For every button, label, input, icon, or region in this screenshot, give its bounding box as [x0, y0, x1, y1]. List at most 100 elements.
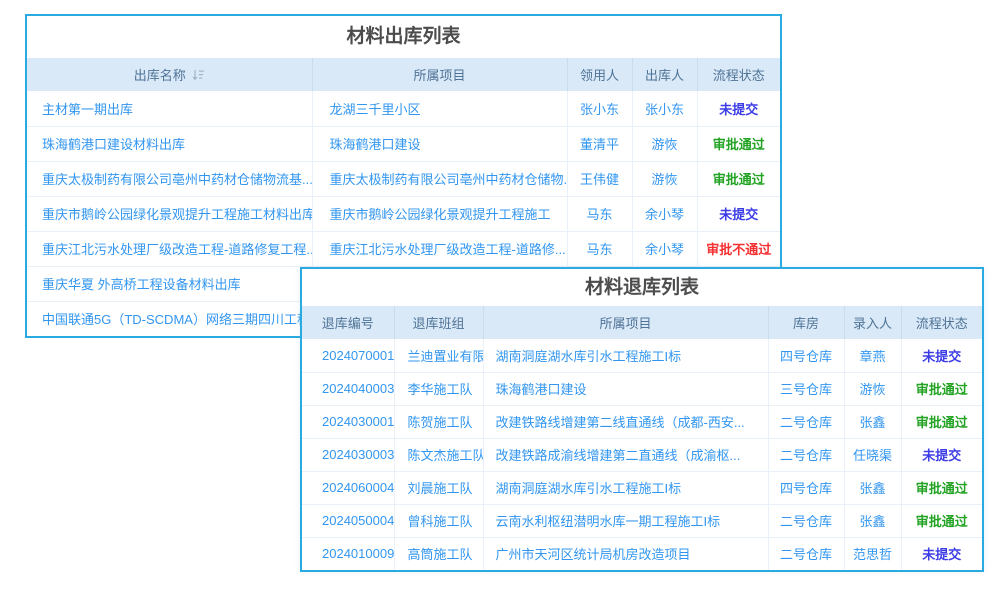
return-cell-team: 陈文杰施工队 — [394, 438, 483, 471]
return-column-label: 库房 — [793, 316, 819, 331]
return-table-row[interactable]: 2024050004曾科施工队云南水利枢纽潜明水库一期工程施工I标二号仓库张鑫审… — [302, 504, 982, 537]
return-column-label: 退库编号 — [322, 316, 374, 331]
return-table-row[interactable]: 2024030003陈文杰施工队改建铁路成渝线增建第二直通线（成渝枢...二号仓… — [302, 438, 982, 471]
return-table-card: 材料退库列表 退库编号 退库班组 所属项目 库房 录入人 流程状态 2024070001兰… — [300, 267, 984, 572]
return-cell-status: 审批通过 — [901, 504, 982, 537]
outbound-column-label: 出库人 — [645, 68, 684, 83]
return-cell-project: 珠海鹤港口建设 — [483, 372, 768, 405]
outbound-cell-name: 主材第一期出库 — [27, 91, 312, 126]
outbound-table-row[interactable]: 主材第一期出库龙湖三千里小区张小东张小东未提交 — [27, 91, 780, 126]
return-column-label: 录入人 — [853, 316, 892, 331]
return-cell-team: 李华施工队 — [394, 372, 483, 405]
outbound-cell-recipient: 马东 — [567, 231, 632, 266]
return-column-label: 退库班组 — [412, 316, 464, 331]
outbound-cell-recipient: 张小东 — [567, 91, 632, 126]
outbound-cell-recipient: 马东 — [567, 196, 632, 231]
return-cell-team: 曾科施工队 — [394, 504, 483, 537]
return-table: 退库编号 退库班组 所属项目 库房 录入人 流程状态 2024070001兰迪置业有限公司… — [302, 306, 982, 570]
outbound-column-header-issuer: 出库人 — [632, 58, 697, 91]
outbound-column-label: 领用人 — [580, 68, 619, 83]
return-column-header-status: 流程状态 — [901, 306, 982, 339]
outbound-column-header-recipient: 领用人 — [567, 58, 632, 91]
return-cell-status: 审批通过 — [901, 372, 982, 405]
return-cell-project: 湖南洞庭湖水库引水工程施工I标 — [483, 471, 768, 504]
return-cell-team: 兰迪置业有限公司 — [394, 339, 483, 372]
outbound-cell-project: 龙湖三千里小区 — [312, 91, 567, 126]
return-table-title: 材料退库列表 — [302, 269, 982, 306]
return-cell-status: 未提交 — [901, 537, 982, 570]
return-cell-team: 高筒施工队 — [394, 537, 483, 570]
return-cell-project: 湖南洞庭湖水库引水工程施工I标 — [483, 339, 768, 372]
outbound-cell-recipient: 王伟健 — [567, 161, 632, 196]
outbound-column-label: 出库名称 — [134, 68, 186, 83]
outbound-cell-status: 未提交 — [697, 91, 780, 126]
outbound-column-header-name[interactable]: 出库名称 — [27, 58, 312, 91]
return-cell-team: 刘晨施工队 — [394, 471, 483, 504]
return-cell-operator: 范思哲 — [844, 537, 901, 570]
return-cell-operator: 游恢 — [844, 372, 901, 405]
outbound-cell-project: 重庆太极制药有限公司亳州中药材仓储物... — [312, 161, 567, 196]
outbound-table-row[interactable]: 重庆市鹅岭公园绿化景观提升工程施工材料出库重庆市鹅岭公园绿化景观提升工程施工马东… — [27, 196, 780, 231]
return-cell-project: 云南水利枢纽潜明水库一期工程施工I标 — [483, 504, 768, 537]
outbound-cell-name: 重庆太极制药有限公司亳州中药材仓储物流基... — [27, 161, 312, 196]
return-column-label: 流程状态 — [916, 316, 968, 331]
return-cell-code: 2024050004 — [302, 504, 394, 537]
return-cell-code: 2024070001 — [302, 339, 394, 372]
return-cell-warehouse: 四号仓库 — [768, 471, 844, 504]
outbound-cell-project: 珠海鹤港口建设 — [312, 126, 567, 161]
outbound-cell-issuer: 游恢 — [632, 126, 697, 161]
return-cell-warehouse: 四号仓库 — [768, 339, 844, 372]
return-cell-warehouse: 二号仓库 — [768, 537, 844, 570]
return-cell-code: 2024010009 — [302, 537, 394, 570]
outbound-table-row[interactable]: 珠海鹤港口建设材料出库珠海鹤港口建设董清平游恢审批通过 — [27, 126, 780, 161]
return-cell-project: 改建铁路线增建第二线直通线（成都-西安... — [483, 405, 768, 438]
outbound-cell-issuer: 余小琴 — [632, 231, 697, 266]
outbound-cell-status: 未提交 — [697, 196, 780, 231]
outbound-cell-status: 审批通过 — [697, 126, 780, 161]
return-cell-code: 2024030001 — [302, 405, 394, 438]
return-cell-warehouse: 二号仓库 — [768, 504, 844, 537]
outbound-cell-issuer: 余小琴 — [632, 196, 697, 231]
outbound-column-label: 流程状态 — [713, 68, 765, 83]
outbound-column-header-project: 所属项目 — [312, 58, 567, 91]
outbound-cell-status: 审批不通过 — [697, 231, 780, 266]
sort-icon — [192, 69, 205, 81]
return-cell-team: 陈贺施工队 — [394, 405, 483, 438]
return-table-row[interactable]: 2024030001陈贺施工队改建铁路线增建第二线直通线（成都-西安...二号仓… — [302, 405, 982, 438]
return-cell-code: 2024040003 — [302, 372, 394, 405]
return-cell-status: 未提交 — [901, 438, 982, 471]
return-cell-code: 2024060004 — [302, 471, 394, 504]
outbound-header-row: 出库名称 所属项目 领用人 出库人 流程状态 — [27, 58, 780, 91]
outbound-cell-issuer: 游恢 — [632, 161, 697, 196]
return-table-row[interactable]: 2024040003李华施工队珠海鹤港口建设三号仓库游恢审批通过 — [302, 372, 982, 405]
outbound-cell-issuer: 张小东 — [632, 91, 697, 126]
return-column-label: 所属项目 — [599, 316, 651, 331]
outbound-cell-project: 重庆市鹅岭公园绿化景观提升工程施工 — [312, 196, 567, 231]
return-cell-project: 改建铁路成渝线增建第二直通线（成渝枢... — [483, 438, 768, 471]
outbound-table-row[interactable]: 重庆太极制药有限公司亳州中药材仓储物流基...重庆太极制药有限公司亳州中药材仓储… — [27, 161, 780, 196]
return-column-header-team: 退库班组 — [394, 306, 483, 339]
outbound-cell-name: 重庆市鹅岭公园绿化景观提升工程施工材料出库 — [27, 196, 312, 231]
return-cell-operator: 章燕 — [844, 339, 901, 372]
return-table-row[interactable]: 2024070001兰迪置业有限公司湖南洞庭湖水库引水工程施工I标四号仓库章燕未… — [302, 339, 982, 372]
return-cell-operator: 张鑫 — [844, 504, 901, 537]
outbound-column-label: 所属项目 — [413, 68, 465, 83]
return-cell-warehouse: 三号仓库 — [768, 372, 844, 405]
return-cell-operator: 张鑫 — [844, 405, 901, 438]
return-cell-status: 审批通过 — [901, 405, 982, 438]
return-header-row: 退库编号 退库班组 所属项目 库房 录入人 流程状态 — [302, 306, 982, 339]
return-table-row[interactable]: 2024010009高筒施工队广州市天河区统计局机房改造项目二号仓库范思哲未提交 — [302, 537, 982, 570]
return-cell-project: 广州市天河区统计局机房改造项目 — [483, 537, 768, 570]
return-cell-code: 2024030003 — [302, 438, 394, 471]
return-column-header-warehouse: 库房 — [768, 306, 844, 339]
return-cell-warehouse: 二号仓库 — [768, 438, 844, 471]
outbound-table-row[interactable]: 重庆江北污水处理厂级改造工程-道路修复工程...重庆江北污水处理厂级改造工程-道… — [27, 231, 780, 266]
return-column-header-operator: 录入人 — [844, 306, 901, 339]
outbound-cell-recipient: 董清平 — [567, 126, 632, 161]
outbound-cell-name: 珠海鹤港口建设材料出库 — [27, 126, 312, 161]
outbound-table-title: 材料出库列表 — [27, 16, 780, 58]
return-cell-operator: 任晓渠 — [844, 438, 901, 471]
return-cell-warehouse: 二号仓库 — [768, 405, 844, 438]
return-cell-operator: 张鑫 — [844, 471, 901, 504]
return-table-row[interactable]: 2024060004刘晨施工队湖南洞庭湖水库引水工程施工I标四号仓库张鑫审批通过 — [302, 471, 982, 504]
